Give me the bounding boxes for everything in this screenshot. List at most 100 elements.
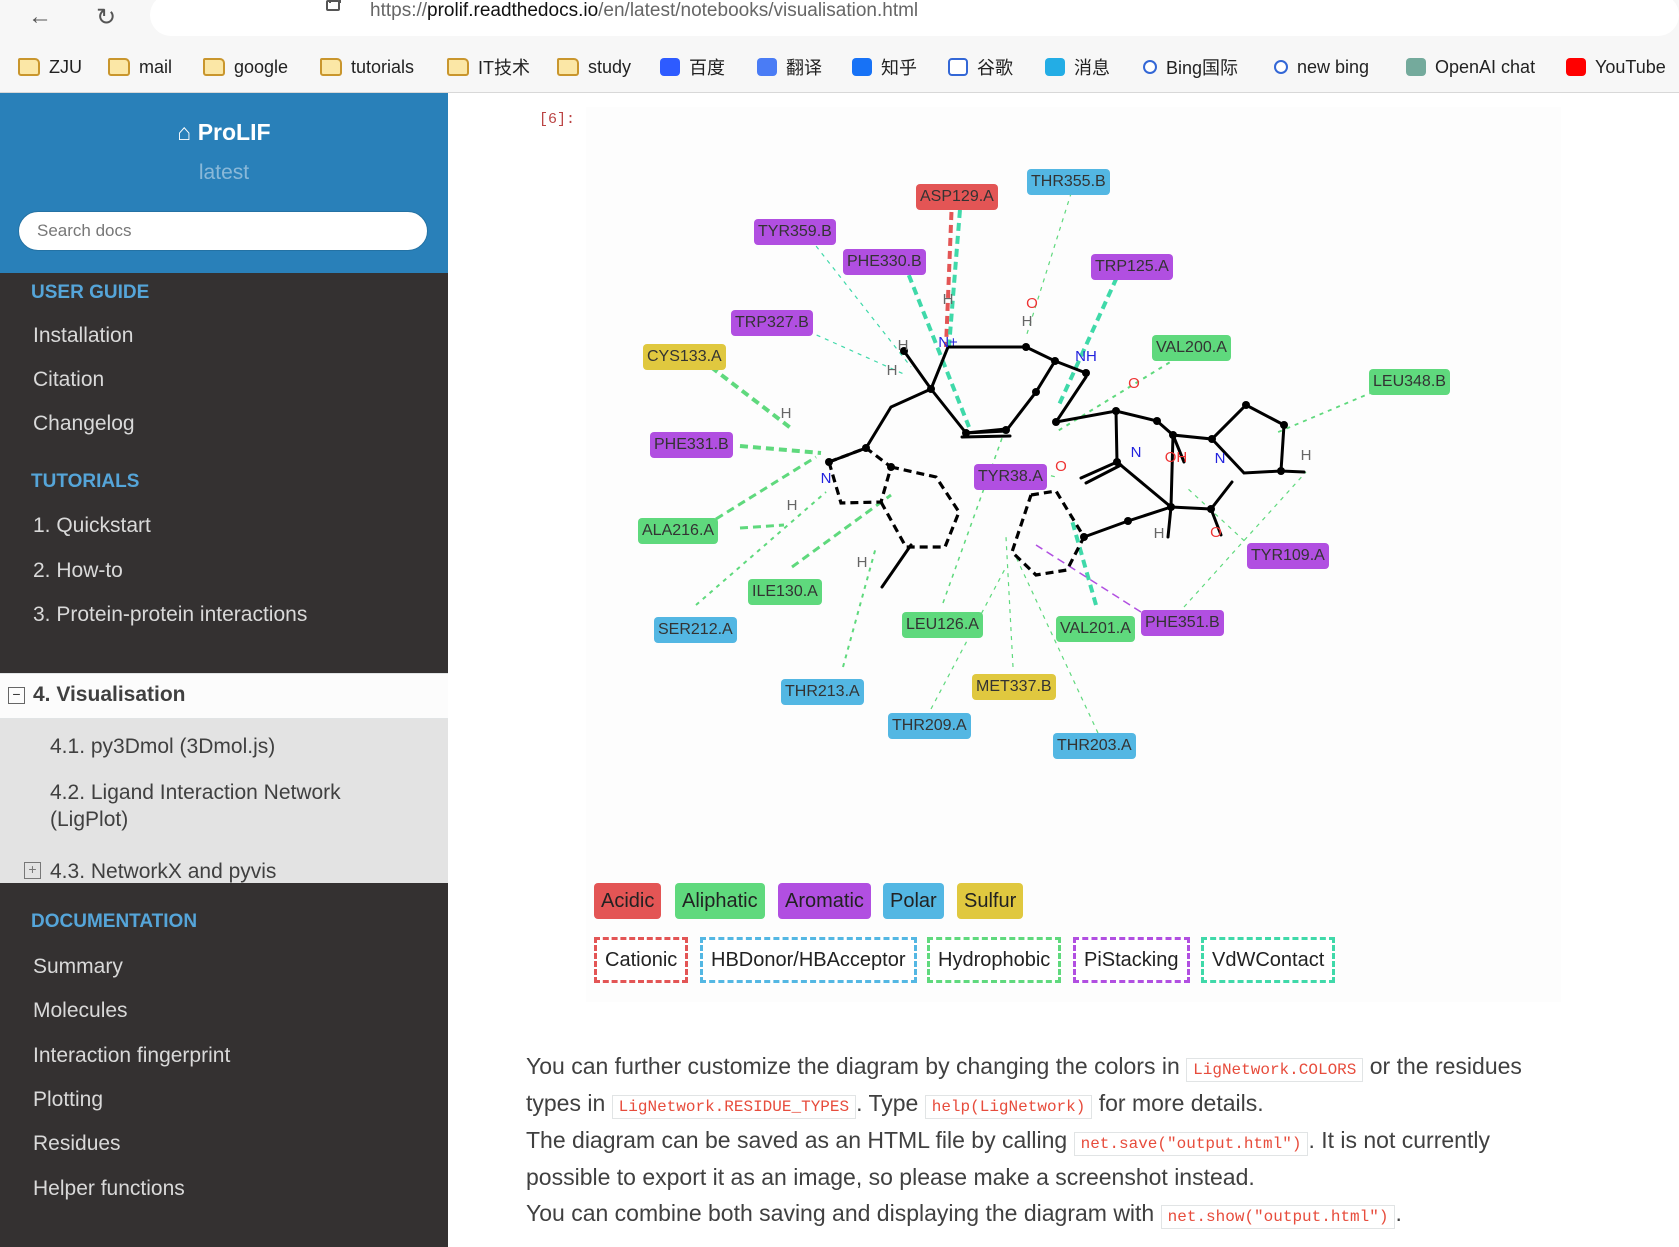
nav-ppi[interactable]: 3. Protein-protein interactions <box>33 603 307 627</box>
legend-aliphatic[interactable]: Aliphatic <box>675 883 765 919</box>
bookmark-5[interactable]: study <box>557 55 631 79</box>
bookmark-label: Bing国际 <box>1166 58 1239 78</box>
residue-node[interactable]: LEU126.A <box>902 612 983 638</box>
residue-node[interactable]: VAL200.A <box>1152 335 1231 361</box>
residue-node[interactable]: ASP129.A <box>916 184 998 210</box>
bookmark-10[interactable]: 消息 <box>1045 55 1110 79</box>
nav-networkx[interactable]: 4.3. NetworkX and pyvis <box>50 858 276 885</box>
bookmark-13[interactable]: OpenAI chat <box>1406 55 1535 79</box>
brand-link[interactable]: ⌂ ProLIF <box>0 119 448 146</box>
folder-icon <box>108 58 130 76</box>
atom-label: H <box>1022 313 1033 330</box>
nav-changelog[interactable]: Changelog <box>33 412 135 436</box>
residue-node[interactable]: TYR109.A <box>1247 543 1329 569</box>
bookmark-label: ZJU <box>49 56 82 77</box>
residue-node[interactable]: THR209.A <box>888 713 971 739</box>
nav-installation[interactable]: Installation <box>33 324 133 348</box>
nav-plotting[interactable]: Plotting <box>33 1088 103 1112</box>
atom-label: N <box>821 470 832 487</box>
bookmark-2[interactable]: google <box>203 55 288 79</box>
nav-residues[interactable]: Residues <box>33 1132 121 1156</box>
ligand-network-figure[interactable]: N+ H H H H O NH O N OH N H O H N H H H O ASP129.A THR355.B T… <box>586 107 1561 1002</box>
residue-node[interactable]: PHE331.B <box>650 432 733 458</box>
nav-howto[interactable]: 2. How-to <box>33 559 123 583</box>
baidu-icon <box>660 58 680 76</box>
residue-node[interactable]: TYR359.B <box>754 219 836 245</box>
url-text: https://prolif.readthedocs.io/en/latest/… <box>370 0 919 21</box>
bookmark-11[interactable]: Bing国际 <box>1143 55 1238 79</box>
residue-node[interactable]: VAL201.A <box>1056 616 1135 642</box>
nav-helpers[interactable]: Helper functions <box>33 1177 185 1201</box>
back-icon[interactable]: ← <box>24 3 56 31</box>
atom-label: OH <box>1165 449 1188 466</box>
expand-icon[interactable]: + <box>24 862 41 879</box>
zhihu-icon <box>852 58 872 76</box>
atom-label: O <box>1026 295 1038 312</box>
atom-label: H <box>787 497 798 514</box>
legend-acidic[interactable]: Acidic <box>594 883 662 919</box>
nav-visualisation-label: 4. Visualisation <box>33 683 186 706</box>
search-input[interactable] <box>18 211 428 251</box>
residue-node[interactable]: TRP327.B <box>731 310 813 336</box>
residue-node[interactable]: PHE351.B <box>1141 610 1224 636</box>
residue-node[interactable]: THR203.A <box>1053 733 1136 759</box>
bookmark-1[interactable]: mail <box>108 55 172 79</box>
atom-label: H <box>887 362 898 379</box>
paragraph-line: types in LigNetwork.RESIDUE_TYPES. Type … <box>526 1090 1264 1119</box>
residue-node[interactable]: PHE330.B <box>843 249 926 275</box>
bookmark-3[interactable]: tutorials <box>320 55 414 79</box>
residue-node[interactable]: LEU348.B <box>1369 369 1450 395</box>
nav-lignetwork[interactable]: 4.2. Ligand Interaction Network (LigPlot) <box>50 779 341 833</box>
bookmark-4[interactable]: IT技术 <box>447 55 530 79</box>
nav-molecules[interactable]: Molecules <box>33 999 128 1023</box>
nav-fingerprint[interactable]: Interaction fingerprint <box>33 1044 230 1068</box>
residue-node[interactable]: CYS133.A <box>643 344 726 370</box>
residue-node[interactable]: MET337.B <box>972 674 1056 700</box>
bookmark-7[interactable]: 翻译 <box>757 55 822 79</box>
nav-visualisation-current[interactable]: − 4. Visualisation <box>0 673 448 719</box>
atom-label: H <box>898 337 909 354</box>
residue-node[interactable]: ALA216.A <box>638 518 719 544</box>
bookmark-0[interactable]: ZJU <box>18 55 82 79</box>
code-save: net.save("output.html") <box>1073 1132 1309 1156</box>
legend-sulfur[interactable]: Sulfur <box>957 883 1024 919</box>
atom-label: O <box>1128 375 1140 392</box>
legend-interaction[interactable]: PiStacking <box>1073 937 1190 983</box>
legend-aromatic[interactable]: Aromatic <box>778 883 871 919</box>
legend-interaction[interactable]: HBDonor/HBAcceptor <box>700 937 917 983</box>
legend-polar[interactable]: Polar <box>883 883 944 919</box>
bookmark-12[interactable]: new bing <box>1274 55 1369 79</box>
reload-icon[interactable]: ↻ <box>90 3 122 32</box>
cell-prompt: [6]: <box>539 111 576 128</box>
bookmark-14[interactable]: YouTube <box>1566 55 1666 79</box>
atom-label: H <box>943 291 954 308</box>
collapse-icon[interactable]: − <box>8 687 25 704</box>
residue-node[interactable]: ILE130.A <box>748 579 822 605</box>
bookmark-label: 谷歌 <box>977 58 1013 78</box>
nav-py3dmol[interactable]: 4.1. py3Dmol (3Dmol.js) <box>50 733 275 760</box>
nav-quickstart[interactable]: 1. Quickstart <box>33 514 151 538</box>
bookmark-9[interactable]: 谷歌 <box>948 55 1013 79</box>
nav-summary[interactable]: Summary <box>33 955 123 979</box>
legend-interaction[interactable]: Hydrophobic <box>927 937 1062 983</box>
legend-interaction[interactable]: VdWContact <box>1201 937 1336 983</box>
bookmark-label: new bing <box>1297 56 1370 77</box>
bookmark-label: IT技术 <box>478 58 530 78</box>
nav-citation[interactable]: Citation <box>33 368 104 392</box>
code-colors: LigNetwork.COLORS <box>1186 1058 1364 1082</box>
residue-node[interactable]: THR213.A <box>781 679 864 705</box>
legend-interaction[interactable]: Cationic <box>594 937 689 983</box>
atom-label: N+ <box>938 334 958 351</box>
address-bar[interactable]: https://prolif.readthedocs.io/en/latest/… <box>150 0 1679 36</box>
residue-node[interactable]: TYR38.A <box>974 464 1047 490</box>
bookmark-8[interactable]: 知乎 <box>852 55 917 79</box>
caption-user-guide: USER GUIDE <box>31 282 150 303</box>
sidebar-header: ⌂ ProLIF latest <box>0 93 448 273</box>
residue-node[interactable]: SER212.A <box>654 617 737 643</box>
bookmark-label: 翻译 <box>786 58 822 78</box>
residue-node[interactable]: TRP125.A <box>1091 254 1173 280</box>
bookmark-label: study <box>588 56 632 77</box>
residue-node[interactable]: THR355.B <box>1027 169 1110 195</box>
bookmark-6[interactable]: 百度 <box>660 55 725 79</box>
bookmark-label: google <box>234 56 289 77</box>
